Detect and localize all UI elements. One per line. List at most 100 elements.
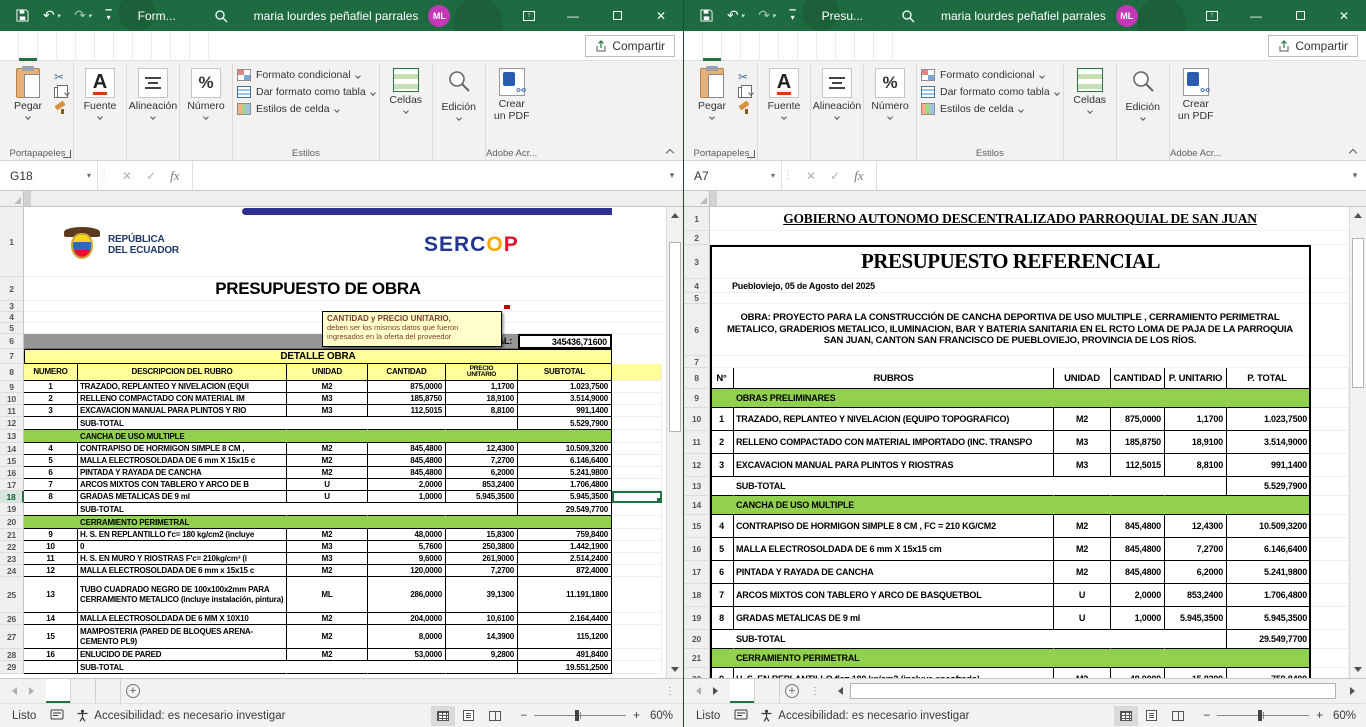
cell-precio-unitario[interactable] <box>446 516 518 529</box>
avatar[interactable]: ML <box>1116 5 1138 27</box>
collapse-ribbon-button[interactable] <box>667 147 677 157</box>
cell-g[interactable] <box>612 405 662 417</box>
cell-precio-unitario[interactable]: 5.945,3500 <box>446 491 518 503</box>
cell-numero[interactable]: 14 <box>24 613 78 625</box>
cell-unidad[interactable]: M2 <box>287 565 368 577</box>
cell-g[interactable] <box>1311 408 1349 431</box>
cell-cantidad[interactable]: 5,7600 <box>368 541 446 553</box>
paste-button[interactable]: Pegar <box>6 65 50 119</box>
cell-g[interactable] <box>1311 561 1349 584</box>
cell-cantidad[interactable]: 286,0000 <box>368 577 446 613</box>
cell-numero[interactable]: 5 <box>24 455 78 467</box>
cell-subtotal[interactable]: 5.529,7900 <box>518 417 612 430</box>
cancel-entry-button[interactable]: ✕ <box>806 169 816 183</box>
prev-sheet-button[interactable] <box>696 687 701 695</box>
cell-precio-unitario[interactable]: 15,8300 <box>446 529 518 541</box>
zoom-slider[interactable] <box>534 715 626 716</box>
cell-styles-button[interactable]: Estilos de celda <box>237 103 375 115</box>
cell-cantidad[interactable]: 845,4800 <box>1111 515 1165 538</box>
sheet-tab[interactable] <box>71 679 96 703</box>
ribbon-tab[interactable] <box>38 31 57 61</box>
cell-p-total[interactable]: 1.706,4800 <box>1227 584 1311 607</box>
cell-unidad[interactable]: M2 <box>287 529 368 541</box>
share-button[interactable]: Compartir <box>585 35 675 57</box>
cell-p-unitario[interactable] <box>1165 477 1227 496</box>
cell-rubro[interactable]: EXCAVACION MANUAL PARA PLINTOS Y RIOSTRA… <box>734 454 1054 477</box>
cell-numero[interactable] <box>24 516 78 529</box>
cell-cantidad[interactable]: 875,0000 <box>1111 408 1165 431</box>
row-header[interactable]: 5 <box>684 293 710 304</box>
row-header[interactable]: 25 <box>0 577 24 613</box>
detail-title-cell[interactable]: DETALLE OBRA <box>24 349 612 364</box>
redo-button[interactable]: ↷▾ <box>74 7 91 24</box>
cell-g[interactable] <box>1311 368 1349 389</box>
row-header[interactable]: 7 <box>684 356 710 368</box>
row-header[interactable]: 20 <box>0 516 24 529</box>
cell-unidad[interactable]: M3 <box>287 541 368 553</box>
cell-rubro[interactable]: CANCHA DE USO MULTIPLE <box>734 496 1054 515</box>
cell-numero[interactable]: 6 <box>24 467 78 479</box>
column-header[interactable] <box>716 191 717 206</box>
row-header[interactable]: 17 <box>684 561 710 584</box>
zoom-out-button[interactable]: − <box>521 710 528 722</box>
cell-unidad[interactable] <box>1054 389 1111 408</box>
cell-cantidad[interactable]: 185,8750 <box>1111 431 1165 454</box>
cell-subtotal[interactable]: 29.549,7700 <box>518 503 612 516</box>
cell-numero[interactable] <box>710 649 734 668</box>
customize-qat-button[interactable]: ▔▾ <box>790 13 796 19</box>
name-box[interactable]: G18▾ <box>0 161 98 190</box>
cell-rubro[interactable]: OBRAS PRELIMINARES <box>734 389 1054 408</box>
header-subtotal[interactable]: SUBTOTAL <box>518 364 612 381</box>
cell-precio-unitario[interactable]: 39,1300 <box>446 577 518 613</box>
cell-g[interactable] <box>1311 431 1349 454</box>
cell-cantidad[interactable]: 845,4800 <box>368 455 446 467</box>
cell-g[interactable] <box>1311 477 1349 496</box>
cell-numero[interactable]: 15 <box>24 625 78 649</box>
cell-cantidad[interactable] <box>368 503 446 516</box>
new-sheet-button[interactable]: + <box>121 679 145 703</box>
cell-descripcion[interactable]: MALLA ELECTROSOLDADA DE 6 mm X 15x15 c <box>78 455 287 467</box>
expand-formula-bar-button[interactable]: ▾ <box>661 161 683 190</box>
page-break-view-button[interactable] <box>1166 706 1190 726</box>
cell-numero[interactable] <box>24 417 78 430</box>
cell-numero[interactable] <box>24 661 78 674</box>
cell-precio-unitario[interactable]: 14,3900 <box>446 625 518 649</box>
cell-unidad[interactable] <box>1054 649 1111 668</box>
cell-g[interactable] <box>1311 649 1349 668</box>
cell-g[interactable] <box>1311 454 1349 477</box>
cell-cantidad[interactable]: 53,0000 <box>368 649 446 661</box>
cell-descripcion[interactable]: CANCHA DE USO MULTIPLE <box>78 430 287 443</box>
confirm-entry-button[interactable]: ✓ <box>146 169 156 183</box>
ribbon-tab[interactable] <box>798 31 817 61</box>
cell-unidad[interactable]: ML <box>287 577 368 613</box>
cell-numero[interactable]: 11 <box>24 553 78 565</box>
row-header[interactable]: 8 <box>684 368 710 389</box>
cell-p-total[interactable]: 10.509,3200 <box>1227 515 1311 538</box>
ribbon-display-options-button[interactable]: ↑ <box>507 0 551 31</box>
ribbon-tab[interactable] <box>874 31 893 61</box>
cell-numero[interactable]: 2 <box>24 393 78 405</box>
cell-rubro[interactable]: RELLENO COMPACTADO CON MATERIAL IMPORTAD… <box>734 431 1054 454</box>
cell-cantidad[interactable] <box>1111 649 1165 668</box>
scroll-down-arrow[interactable] <box>667 661 683 678</box>
zoom-out-button[interactable]: − <box>1204 710 1211 722</box>
normal-view-button[interactable] <box>1114 706 1138 726</box>
cell-p-unitario[interactable] <box>1165 496 1227 515</box>
cell-cantidad[interactable] <box>368 516 446 529</box>
cell-unidad[interactable]: M2 <box>1054 515 1111 538</box>
minimize-button[interactable]: — <box>1234 0 1278 31</box>
save-icon[interactable] <box>16 9 29 22</box>
cell-unidad[interactable]: M2 <box>287 613 368 625</box>
row-header[interactable]: 21 <box>0 529 24 541</box>
cell-g[interactable] <box>1311 584 1349 607</box>
name-box-resizer[interactable]: ⋮ <box>98 161 110 190</box>
alignment-group-button[interactable]: Alineación <box>815 65 859 119</box>
header-precio-unitario[interactable]: PRECIOUNITARIO <box>446 364 518 381</box>
cell-precio-unitario[interactable]: 250,3800 <box>446 541 518 553</box>
cell-unidad[interactable]: M3 <box>1054 431 1111 454</box>
cell-unidad[interactable]: M2 <box>287 467 368 479</box>
row-header[interactable]: 10 <box>0 393 24 405</box>
cell-cantidad[interactable]: 112,5015 <box>1111 454 1165 477</box>
maximize-button[interactable] <box>1278 0 1322 31</box>
row-header[interactable]: 15 <box>684 515 710 538</box>
